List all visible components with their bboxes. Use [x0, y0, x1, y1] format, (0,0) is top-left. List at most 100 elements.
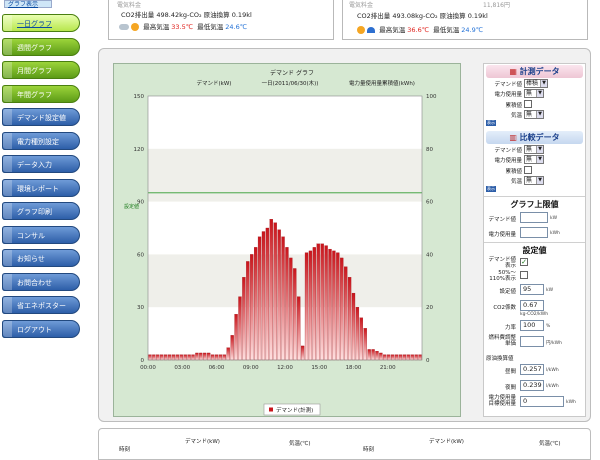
chart-svg: 150120906030010080604020000:00 03:00 06:00…: [124, 69, 437, 416]
x-tick-label: 09:00: [243, 365, 259, 371]
demand-bar: [226, 347, 230, 361]
compare-toggle-link[interactable]: 表示: [486, 186, 496, 192]
y2-tick-label: 100: [426, 94, 437, 100]
measure-cumulative-checkbox[interactable]: [524, 100, 532, 108]
sidebar-item-13[interactable]: 省エネポスター: [2, 296, 80, 314]
measure-temp-label: 気温: [510, 113, 522, 119]
demand-bar: [199, 352, 203, 361]
measure-power-select[interactable]: 無 ▼: [524, 89, 544, 98]
y2-tick-label: 60: [426, 200, 433, 206]
demand-bar: [179, 354, 183, 361]
table-header-demand: デマンド(kW): [429, 439, 464, 445]
sidebar-item-14[interactable]: ログアウト: [2, 319, 80, 338]
night-input[interactable]: 0.239: [520, 380, 544, 391]
demand-bar: [297, 296, 301, 361]
demand-bar: [336, 252, 340, 361]
demand-bar: [242, 277, 246, 361]
left-dim-label: 電気料金: [117, 2, 142, 9]
y2-tick-label: 0: [426, 358, 430, 364]
demand-bar: [320, 243, 324, 361]
setpoint-input[interactable]: 95: [520, 284, 544, 295]
right-max-value: 36.6℃: [407, 26, 430, 34]
cloud-icon: [119, 24, 129, 30]
x-tick-label: 12:00: [277, 365, 293, 371]
compare-demand-select[interactable]: 無 ▼: [524, 145, 544, 154]
demand-bar: [210, 354, 215, 361]
day-label: 昼間: [504, 369, 516, 375]
sidebar-item-2[interactable]: 週間グラフ: [2, 37, 80, 56]
x-tick-label: 21:00: [380, 365, 396, 371]
demand-bar: [269, 219, 273, 361]
sidebar-item-10[interactable]: コンサル: [2, 225, 80, 244]
demand-bar: [163, 354, 168, 361]
compare-temp-select[interactable]: 無 ▼: [524, 176, 544, 185]
demand-bar: [304, 252, 309, 361]
setpoint-field-label: 設定値: [499, 289, 516, 295]
compare-power-select[interactable]: 無 ▼: [524, 155, 544, 164]
demand-bar: [183, 354, 187, 361]
x-tick-label: 06:00: [209, 365, 225, 371]
target-label: 電力使用量目標使用量: [488, 395, 516, 407]
info-box-left: 電気料金 CO2排出量 498.42kg-CO₂ 原油換算 0.19kl 最高気…: [108, 0, 334, 40]
sidebar-item-5[interactable]: デマンド設定値: [2, 108, 80, 126]
day-input[interactable]: 0.257: [520, 364, 544, 375]
sidebar-item-6[interactable]: 電力種別設定: [2, 131, 80, 150]
table-header-temp: 気温(℃): [539, 441, 561, 447]
left-min-value: 24.6℃: [225, 23, 248, 31]
demand-bar: [300, 345, 305, 361]
sidebar-item-7[interactable]: データ入力: [2, 155, 80, 173]
right-temp-line: 最高気温 36.6℃ 最低気温 24.9℃: [357, 24, 483, 34]
chart-subtitle-left: デマンド(kW): [197, 79, 232, 87]
fuel-input[interactable]: [520, 336, 544, 347]
demand-bar: [277, 229, 281, 361]
demand-bar: [285, 247, 289, 361]
limit-demand-input[interactable]: [520, 212, 548, 223]
y2-tick-label: 40: [426, 252, 433, 258]
sidebar-item-12[interactable]: お問合わせ: [2, 272, 80, 291]
sidebar-item-8[interactable]: 環境レポート: [2, 178, 80, 197]
info-box-right: 電気料金 11,816円 CO2排出量 493.08kg-CO₂ 原油換算 0.…: [342, 0, 588, 40]
co2-input[interactable]: 0.67: [520, 300, 544, 311]
sidebar-item-11[interactable]: お知らせ: [2, 249, 80, 267]
y-tick-label: 30: [137, 305, 144, 311]
ratio-show-checkbox[interactable]: [520, 271, 528, 279]
limit-power-unit: kWh: [550, 231, 560, 236]
demand-bar: [230, 335, 234, 361]
table-header-demand: デマンド(kW): [185, 439, 220, 445]
power-factor-unit: %: [546, 324, 551, 329]
demand-bar: [261, 231, 266, 361]
chevron-down-icon: ▼: [540, 80, 547, 87]
x-tick-label: 03:00: [174, 365, 190, 371]
demand-bar: [379, 352, 383, 361]
measure-temp-select[interactable]: 無 ▼: [524, 110, 544, 119]
demand-bar: [394, 354, 399, 361]
demand-show-checkbox[interactable]: ✓: [520, 258, 528, 266]
sidebar-item-1[interactable]: 一日グラフ: [2, 14, 80, 32]
measure-demand-select[interactable]: 棒積 ▼: [524, 79, 548, 88]
chart-subtitle-mid: 一日(2011/06/30(木)): [262, 79, 319, 87]
power-factor-input[interactable]: 100: [520, 320, 544, 331]
demand-bar: [222, 354, 226, 361]
graph-display-link[interactable]: グラフ表示: [4, 0, 52, 8]
sidebar-item-3[interactable]: 月間グラフ: [2, 61, 80, 79]
target-unit: kWh: [566, 400, 576, 405]
setpoint-label: 設定値: [124, 203, 139, 210]
measure-cumulative-label: 累積値: [505, 103, 522, 109]
target-input[interactable]: 0: [520, 396, 564, 407]
limit-power-input[interactable]: [520, 227, 548, 238]
night-label: 夜間: [504, 385, 516, 391]
compare-cumulative-checkbox[interactable]: [524, 166, 532, 174]
demand-bar: [363, 328, 367, 361]
measure-toggle-link[interactable]: 表示: [486, 120, 496, 126]
sidebar-item-4[interactable]: 年間グラフ: [2, 84, 80, 103]
demand-bar: [340, 257, 344, 361]
ratio-show-label: 50%〜110%表示: [489, 270, 516, 282]
plot-band: [148, 148, 422, 202]
sidebar-item-9[interactable]: グラフ印刷: [2, 202, 80, 220]
demand-bar: [308, 250, 313, 361]
right-min-label: 最低気温: [433, 26, 460, 34]
power-factor-label: 力率: [504, 325, 516, 331]
plot-band: [148, 254, 422, 308]
chart-legend: デマンド(計測): [263, 403, 321, 416]
demand-chart: 150 120 90 60 30 0 100 80 60 40 20 0 00:00 03:00 06:00…: [113, 63, 461, 417]
